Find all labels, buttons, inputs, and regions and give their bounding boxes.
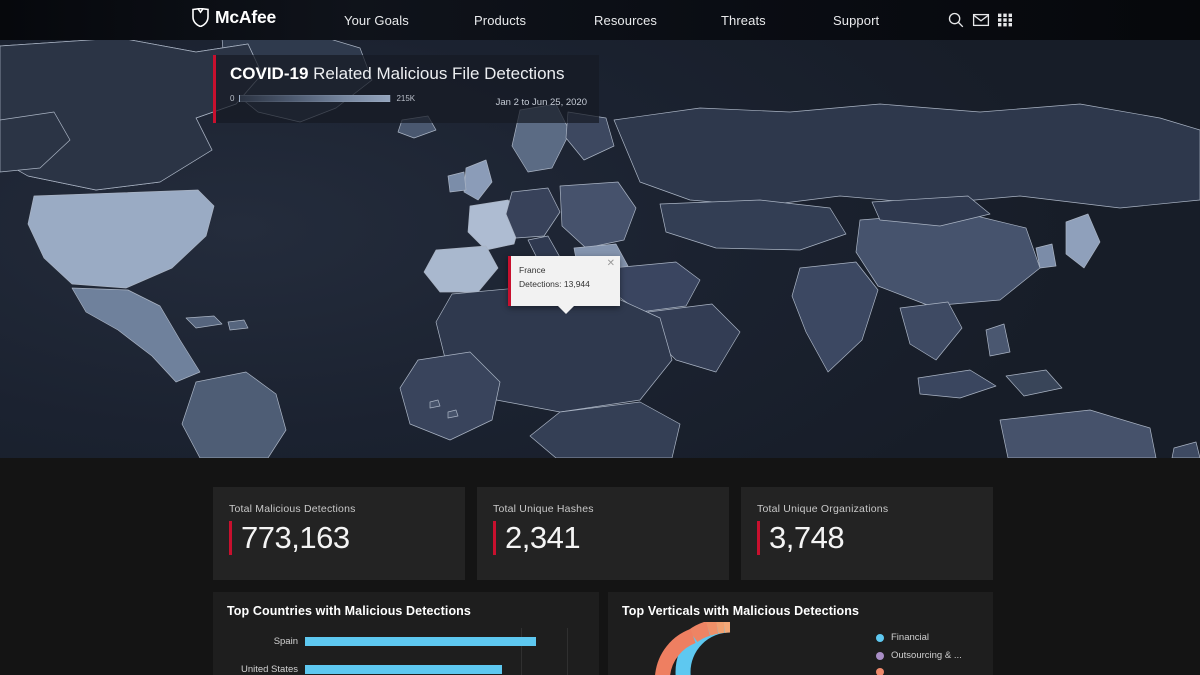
shield-icon — [192, 8, 209, 27]
search-icon[interactable] — [947, 11, 965, 29]
legend-gradient-bar — [239, 95, 391, 102]
world-map-section[interactable]: COVID-19 Related Malicious File Detectio… — [0, 40, 1200, 458]
close-icon[interactable]: ✕ — [607, 259, 615, 269]
legend-max-label: 215K — [396, 94, 415, 103]
stat-label: Total Unique Organizations — [757, 503, 993, 515]
donut-svg[interactable] — [650, 622, 810, 675]
map-title-bold: COVID-19 — [230, 64, 308, 83]
legend-date-range: Jan 2 to Jun 25, 2020 — [496, 97, 587, 108]
accent-bar — [493, 521, 496, 555]
brand-name: McAfee — [215, 8, 276, 27]
verticals-legend: Financial Outsourcing & ... — [876, 632, 962, 675]
stat-value: 773,163 — [241, 521, 350, 555]
accent-bar — [229, 521, 232, 555]
bar-label: Spain — [213, 635, 305, 648]
stat-value: 2,341 — [505, 521, 580, 555]
map-title: COVID-19 Related Malicious File Detectio… — [230, 63, 587, 85]
panel-title: Top Verticals with Malicious Detections — [608, 592, 993, 618]
bar-fill — [305, 637, 536, 646]
map-title-overlay: COVID-19 Related Malicious File Detectio… — [213, 55, 599, 123]
countries-bar-chart[interactable]: Spain United States — [213, 626, 599, 675]
nav-products[interactable]: Products — [474, 13, 526, 28]
panel-top-verticals: Top Verticals with Malicious Detections … — [608, 592, 993, 675]
stat-label: Total Unique Hashes — [493, 503, 729, 515]
bar-label: United States — [213, 663, 305, 675]
legend-color-dot — [876, 634, 884, 642]
legend-item-financial[interactable]: Financial — [876, 632, 962, 643]
stat-value: 3,748 — [769, 521, 844, 555]
legend-color-dot — [876, 652, 884, 660]
bar-row-spain[interactable]: Spain — [213, 635, 536, 648]
legend-label: Financial — [891, 632, 929, 643]
tooltip-country: France — [519, 264, 614, 276]
brand-logo[interactable]: McAfee — [192, 8, 276, 27]
nav-resources[interactable]: Resources — [594, 13, 657, 28]
panel-top-countries: Top Countries with Malicious Detections … — [213, 592, 599, 675]
apps-grid-icon[interactable] — [996, 11, 1014, 29]
map-title-rest: Related Malicious File Detections — [308, 64, 564, 83]
nav-threats[interactable]: Threats — [721, 13, 766, 28]
stat-label: Total Malicious Detections — [229, 503, 465, 515]
nav-your-goals[interactable]: Your Goals — [344, 13, 409, 28]
legend-min-label: 0 — [230, 94, 234, 103]
verticals-donut-chart[interactable] — [650, 622, 810, 675]
mail-icon[interactable] — [972, 11, 990, 29]
bar-fill — [305, 665, 502, 674]
bar-row-united-states[interactable]: United States — [213, 663, 502, 675]
map-tooltip[interactable]: ✕ France Detections: 13,944 — [508, 256, 620, 306]
legend-label: Outsourcing & ... — [891, 650, 962, 661]
legend-item-outsourcing[interactable]: Outsourcing & ... — [876, 650, 962, 661]
choropleth-world-map[interactable] — [0, 40, 1200, 458]
stat-card-total-malicious-detections: Total Malicious Detections 773,163 — [213, 487, 465, 580]
stat-card-total-unique-organizations: Total Unique Organizations 3,748 — [741, 487, 993, 580]
accent-bar — [757, 521, 760, 555]
legend-item-next[interactable] — [876, 668, 962, 675]
tooltip-detections: Detections: 13,944 — [519, 278, 614, 291]
stat-card-total-unique-hashes: Total Unique Hashes 2,341 — [477, 487, 729, 580]
panel-title: Top Countries with Malicious Detections — [213, 592, 599, 618]
map-legend: 0 215K Jan 2 to Jun 25, 2020 — [230, 94, 587, 103]
legend-color-dot — [876, 668, 884, 675]
site-header: McAfee Your Goals Products Resources Thr… — [0, 0, 1200, 40]
nav-support[interactable]: Support — [833, 13, 879, 28]
